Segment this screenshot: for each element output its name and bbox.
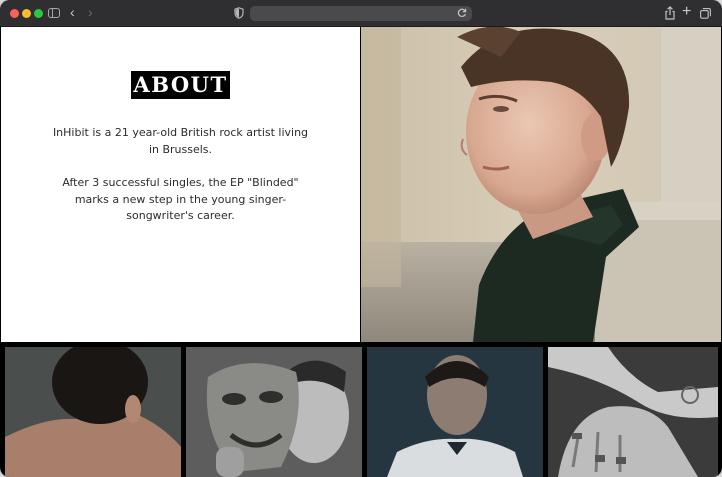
about-title-block: ABOUT [131,71,230,99]
gallery-photo-2[interactable] [186,347,362,477]
gallery-photo-3[interactable] [367,347,543,477]
back-button[interactable]: ‹ [70,5,84,19]
about-heading: ABOUT [133,72,228,97]
sidebar-toggle-icon[interactable] [48,8,60,18]
gallery-photo-1[interactable] [5,347,181,477]
browser-toolbar: ‹ › + [0,0,722,27]
gallery-photo-4[interactable] [548,347,718,477]
privacy-shield-icon[interactable] [234,7,244,19]
page-content: ABOUT InHibit is a 21 year-old British r… [1,27,721,477]
tab-overview-icon[interactable] [700,8,711,19]
reload-icon[interactable] [456,7,468,19]
fullscreen-window-button[interactable] [34,9,43,18]
share-icon[interactable] [664,6,676,20]
browser-window: ‹ › + ABOUT InHibit is a 21 year-old Bri… [0,0,722,477]
about-paragraph-1: InHibit is a 21 year-old British rock ar… [52,126,309,156]
address-bar[interactable] [250,6,472,21]
close-window-button[interactable] [10,9,19,18]
new-tab-plus-icon[interactable]: + [682,3,694,20]
hero-portrait-image [361,27,721,342]
about-paragraph-2: After 3 successful singles, the EP "Blin… [62,176,299,222]
forward-button[interactable]: › [88,5,102,19]
about-section: ABOUT InHibit is a 21 year-old British r… [1,27,360,342]
minimize-window-button[interactable] [22,9,31,18]
